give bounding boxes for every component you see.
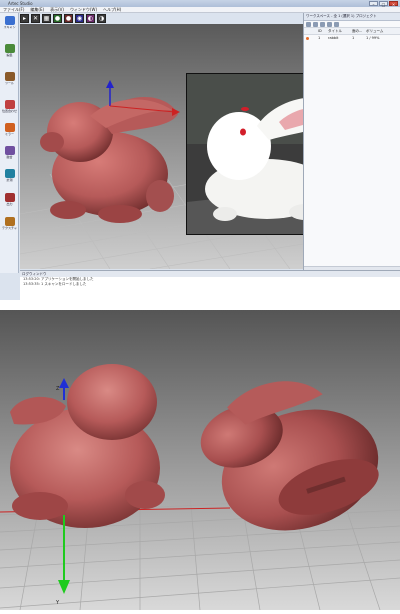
settings-icon[interactable] — [334, 22, 339, 27]
minimize-button[interactable]: – — [369, 1, 378, 7]
log-line: 13:53:35: 1 スキャンをロードしました — [23, 282, 87, 286]
visibility-icon[interactable] — [320, 22, 325, 27]
tool-tools[interactable]: ツール — [2, 72, 17, 92]
tool-measure[interactable]: 計測 — [2, 169, 17, 189]
solid-shading-icon[interactable]: ● — [53, 14, 62, 23]
workspace-panel: ワークスペース - 全 1 (選択 1) プロジェクト ID タイトル 面の..… — [303, 13, 400, 273]
app-screenshot: Artec Studio – □ × ファイル(F) 編集(E) 表示(V) ウ… — [0, 0, 400, 300]
menu-file[interactable]: ファイル(F) — [3, 7, 24, 12]
light-icon[interactable]: ◐ — [86, 14, 95, 23]
divider — [0, 300, 400, 310]
render-scene: Z Y — [0, 310, 400, 611]
menu-help[interactable]: ヘルプ(H) — [103, 7, 121, 12]
align-icon — [4, 100, 15, 109]
add-icon[interactable] — [306, 22, 311, 27]
status-icon — [306, 36, 309, 40]
tool-edit[interactable]: 編集 — [2, 44, 17, 64]
close-button[interactable]: × — [389, 1, 398, 7]
scan-icon — [4, 16, 15, 25]
window-controls: – □ × — [369, 1, 398, 7]
tool-align[interactable]: 位置合わせ — [2, 100, 17, 120]
workspace-title: ワークスペース - 全 1 (選択 1) プロジェクト — [304, 13, 400, 21]
view-toolbar: ▸ ✕ ▦ ● ● ◉ ◐ ◑ — [20, 14, 106, 23]
measure-icon — [4, 169, 15, 178]
tool-scan[interactable]: スキャン — [2, 16, 17, 36]
mirror-icon — [4, 123, 15, 132]
menu-edit[interactable]: 編集(E) — [30, 7, 44, 12]
fusion-icon — [4, 146, 15, 155]
remove-icon[interactable] — [313, 22, 318, 27]
tool-export[interactable]: 出力 — [2, 193, 17, 213]
grid-icon[interactable]: ▦ — [42, 14, 51, 23]
menu-window[interactable]: ウィンドウ(W) — [70, 7, 97, 12]
workspace-toolbar — [304, 21, 400, 28]
tool-mirror[interactable]: ミラー — [2, 123, 17, 143]
tool-fusion[interactable]: 融合 — [2, 146, 17, 166]
texture-tool-icon — [4, 217, 15, 226]
tools-icon — [4, 72, 15, 81]
workspace-header: ID タイトル 面の... ボリューム — [304, 28, 400, 35]
left-toolbar: スキャン 編集 ツール 位置合わせ ミラー 融合 計測 出力 テクスチャ — [0, 13, 19, 273]
export-icon — [4, 193, 15, 202]
texture-icon[interactable]: ● — [64, 14, 73, 23]
globe-icon[interactable]: ◉ — [75, 14, 84, 23]
camera-icon[interactable]: ◑ — [97, 14, 106, 23]
rabbit-scan-model[interactable] — [40, 96, 178, 223]
log-window: ログウィンドウ 13:53:20: アプリケーションを開始しました 13:53:… — [20, 270, 400, 300]
maximize-button[interactable]: □ — [379, 1, 388, 7]
title-bar: Artec Studio – □ × — [0, 0, 400, 7]
lock-icon[interactable] — [327, 22, 332, 27]
app-title: Artec Studio — [8, 1, 33, 6]
menu-view[interactable]: 表示(V) — [50, 7, 64, 12]
z-axis-label: Z — [56, 386, 60, 392]
select-tool-icon[interactable]: ▸ — [20, 14, 29, 23]
tool-texture[interactable]: テクスチャ — [2, 217, 17, 237]
workspace-row[interactable]: 1 rabbit 1 1 / 99% — [304, 35, 400, 41]
wireframe-icon[interactable]: ✕ — [31, 14, 40, 23]
render-view: Z Y — [0, 310, 400, 611]
edit-icon — [4, 44, 15, 53]
